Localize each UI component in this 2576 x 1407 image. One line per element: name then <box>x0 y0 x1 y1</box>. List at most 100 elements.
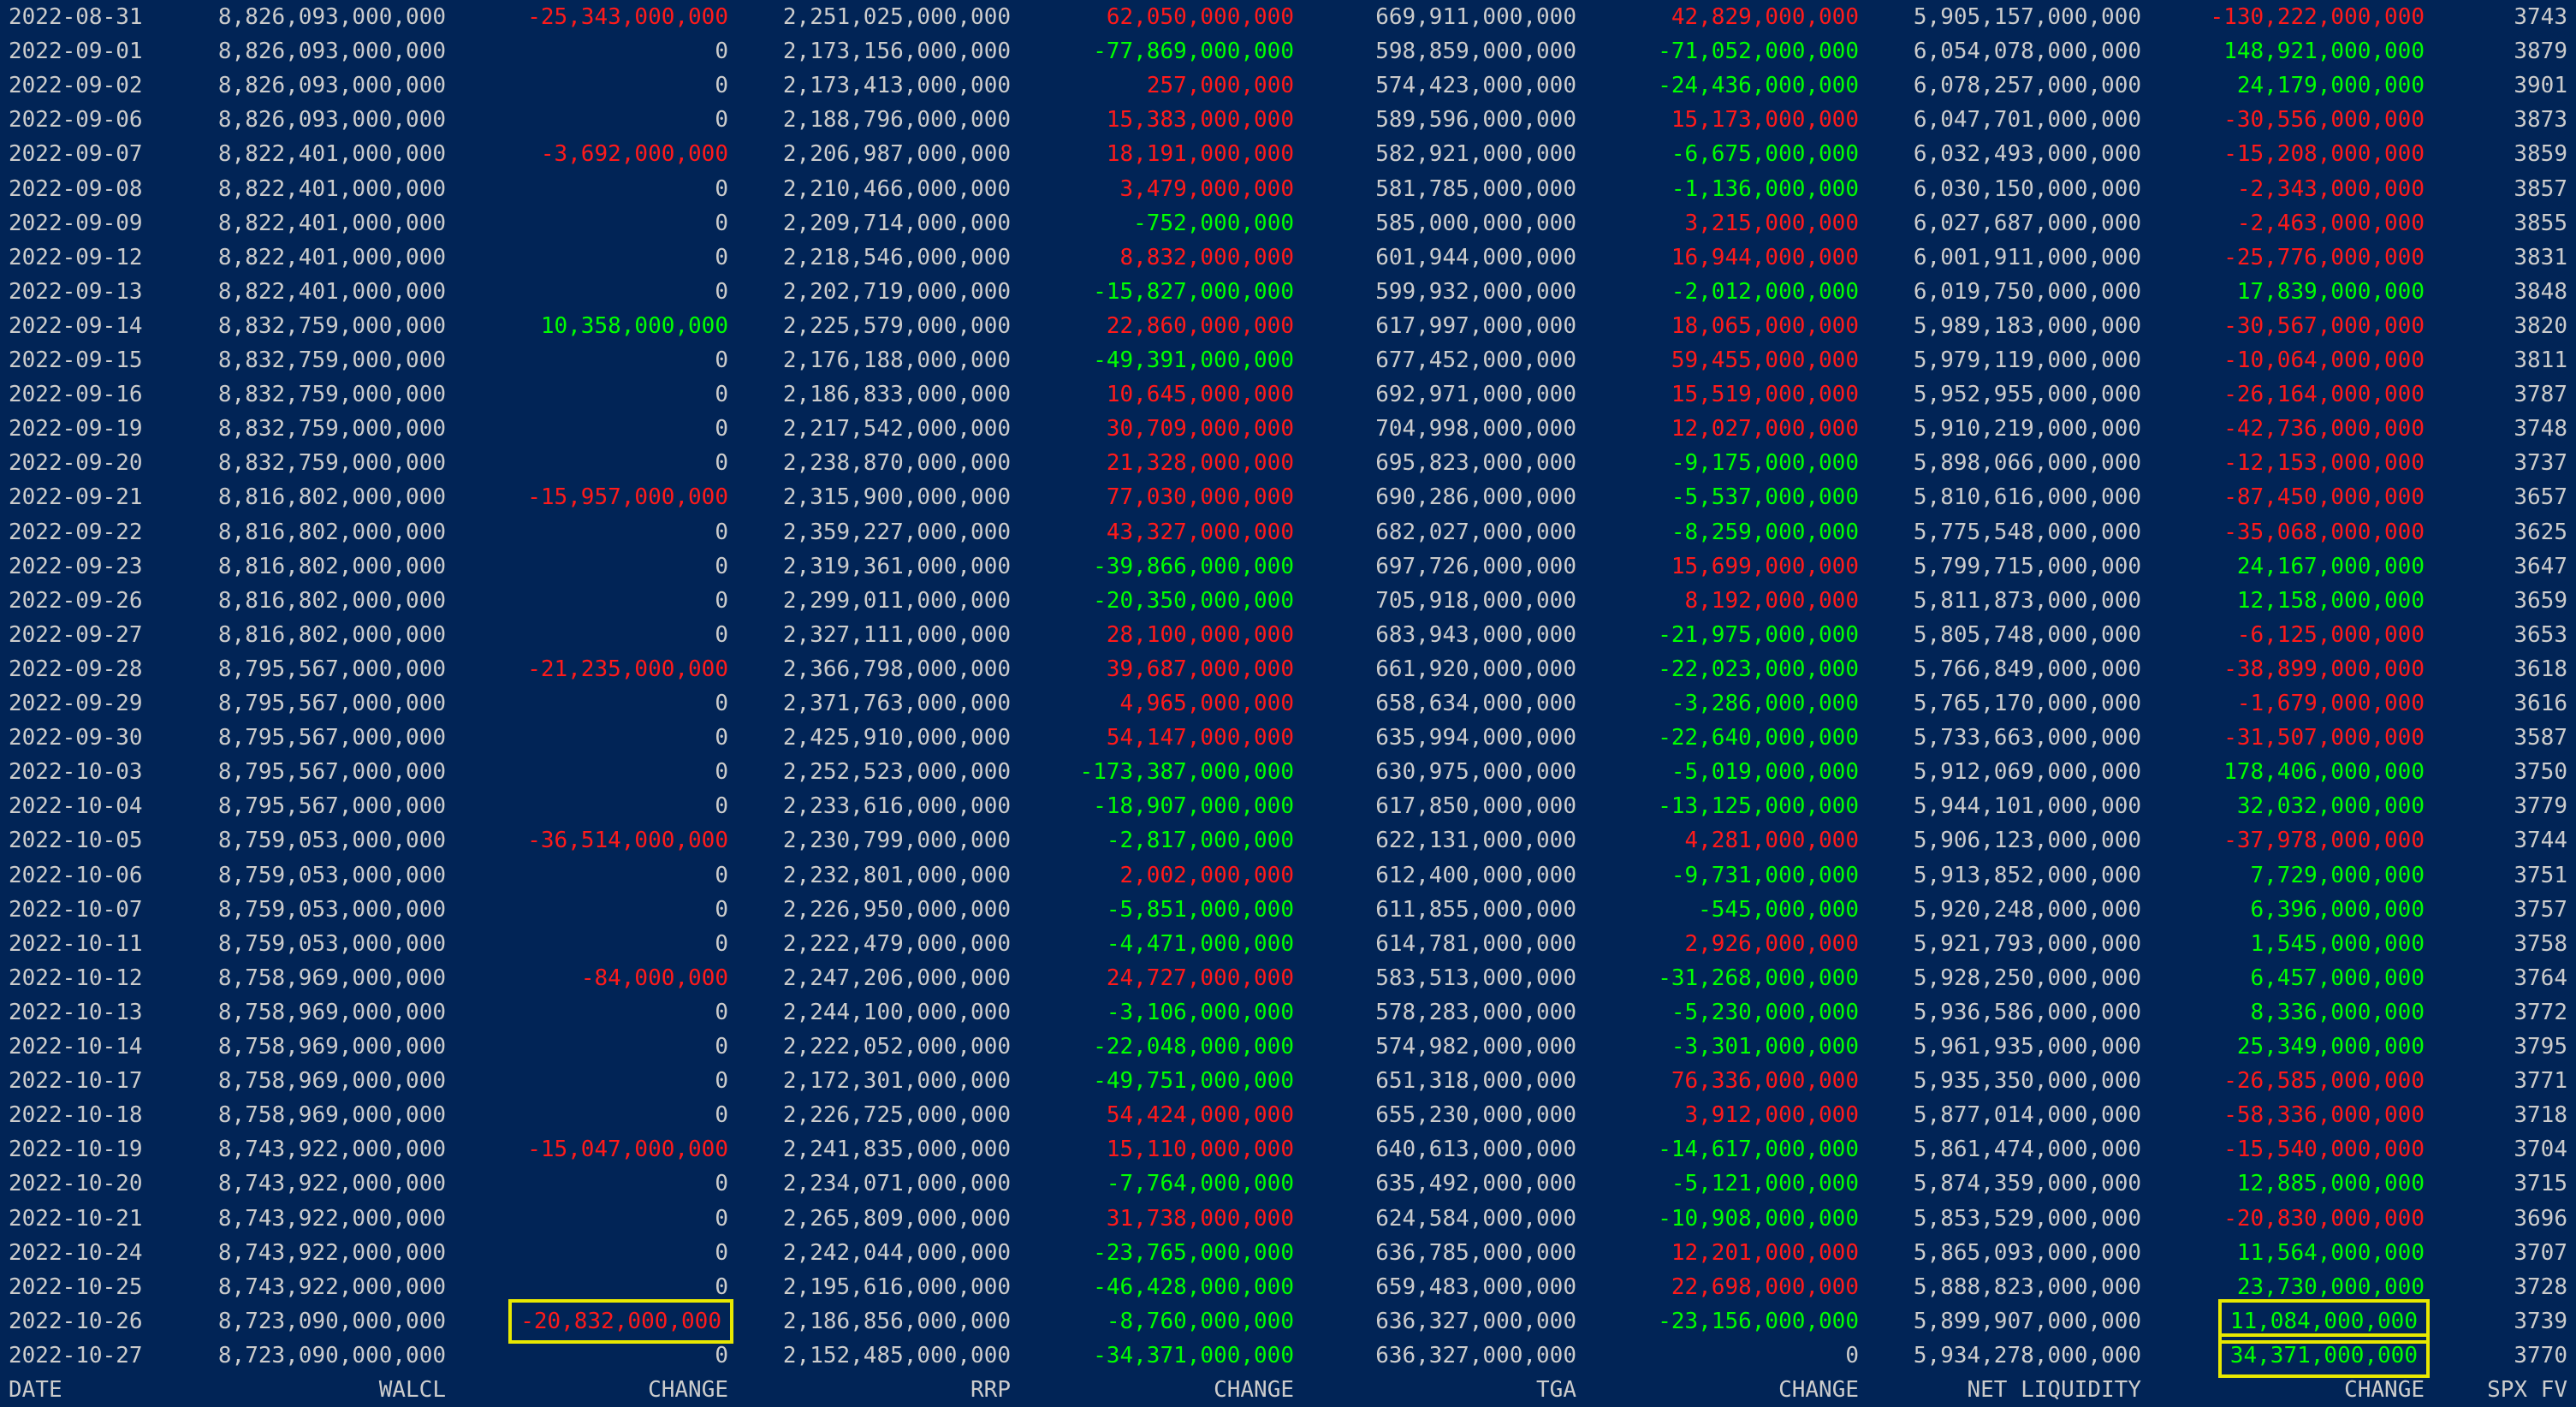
cell-walcl: 8,816,802,000,000 <box>217 553 446 579</box>
cell-net-liquidity: 5,799,715,000,000 <box>1913 553 2141 579</box>
cell-walcl-change: -20,832,000,000 <box>508 1298 733 1344</box>
cell-tga: 635,492,000,000 <box>1375 1171 1576 1197</box>
cell-date: 2022-08-31 <box>9 4 143 30</box>
cell-rrp: 2,371,763,000,000 <box>782 691 1011 716</box>
cell-rrp: 2,234,071,000,000 <box>782 1171 1011 1197</box>
cell-net-liquidity: 5,979,119,000,000 <box>1913 347 2141 373</box>
cell-rrp-change: 43,327,000,000 <box>1106 519 1294 545</box>
cell-date: 2022-10-13 <box>9 999 143 1025</box>
cell-walcl-change: -21,235,000,000 <box>527 656 728 682</box>
cell-nl-change: -25,776,000,000 <box>2223 244 2425 270</box>
cell-rrp: 2,210,466,000,000 <box>782 175 1011 202</box>
cell-spx-fv: 3744 <box>2514 828 2567 854</box>
cell-tga: 695,823,000,000 <box>1375 450 1576 477</box>
header-walcl: WALCL <box>378 1377 446 1403</box>
cell-tga-change: 42,829,000,000 <box>1671 4 1859 30</box>
cell-date: 2022-09-29 <box>9 691 143 716</box>
cell-rrp-change: 31,738,000,000 <box>1106 1205 1294 1232</box>
cell-rrp-change: -39,866,000,000 <box>1093 553 1294 579</box>
cell-net-liquidity: 5,888,823,000,000 <box>1913 1273 2141 1300</box>
table-row: 2022-09-20 8,832,759,000,000 0 2,238,870,00… <box>0 446 2576 480</box>
cell-rrp: 2,252,523,000,000 <box>782 759 1011 786</box>
cell-walcl-change: 0 <box>715 1171 728 1197</box>
header-walcl-change: CHANGE <box>648 1377 728 1403</box>
cell-date: 2022-10-07 <box>9 896 143 923</box>
cell-tga: 658,634,000,000 <box>1375 691 1576 716</box>
cell-nl-change: 25,349,000,000 <box>2236 1034 2425 1060</box>
cell-rrp-change: 18,191,000,000 <box>1106 141 1294 168</box>
cell-walcl: 8,758,969,000,000 <box>217 1068 446 1095</box>
cell-date: 2022-10-17 <box>9 1068 143 1095</box>
cell-rrp: 2,359,227,000,000 <box>782 519 1011 545</box>
cell-rrp: 2,233,616,000,000 <box>782 793 1011 820</box>
cell-walcl: 8,743,922,000,000 <box>217 1273 446 1300</box>
table-row: 2022-08-31 8,826,093,000,000 -25,343,000,0… <box>0 0 2576 34</box>
cell-walcl-change: -84,000,000 <box>580 965 728 991</box>
table-row: 2022-09-19 8,832,759,000,000 0 2,217,542,00… <box>0 412 2576 446</box>
cell-nl-change: 6,457,000,000 <box>2250 965 2425 991</box>
cell-tga-change: -22,023,000,000 <box>1658 656 1859 682</box>
cell-spx-fv: 3779 <box>2514 793 2567 820</box>
table-row: 2022-10-17 8,758,969,000,000 0 2,172,301,00… <box>0 1064 2576 1098</box>
cell-net-liquidity: 5,935,350,000,000 <box>1913 1068 2141 1095</box>
cell-walcl: 8,743,922,000,000 <box>217 1137 446 1163</box>
cell-rrp-change: -3,106,000,000 <box>1106 999 1294 1025</box>
cell-net-liquidity: 5,913,852,000,000 <box>1913 862 2141 888</box>
cell-net-liquidity: 5,853,529,000,000 <box>1913 1205 2141 1232</box>
cell-tga-change: -5,019,000,000 <box>1671 759 1859 786</box>
cell-rrp: 2,173,413,000,000 <box>782 73 1011 99</box>
cell-net-liquidity: 5,899,907,000,000 <box>1913 1308 2141 1334</box>
cell-tga: 574,982,000,000 <box>1375 1034 1576 1060</box>
cell-date: 2022-10-05 <box>9 828 143 854</box>
cell-rrp-change: 2,002,000,000 <box>1119 862 1295 888</box>
table-row: 2022-10-06 8,759,053,000,000 0 2,232,801,00… <box>0 858 2576 893</box>
cell-walcl-change: 0 <box>715 519 728 545</box>
cell-tga-change: 2,926,000,000 <box>1684 930 1860 957</box>
cell-nl-change: -26,164,000,000 <box>2223 382 2425 408</box>
cell-nl-change: 32,032,000,000 <box>2236 793 2425 820</box>
cell-tga-change: 12,201,000,000 <box>1671 1239 1859 1266</box>
cell-rrp-change: -22,048,000,000 <box>1093 1034 1294 1060</box>
cell-walcl: 8,832,759,000,000 <box>217 450 446 477</box>
cell-walcl: 8,832,759,000,000 <box>217 312 446 339</box>
cell-walcl: 8,795,567,000,000 <box>217 759 446 786</box>
cell-tga-change: -3,301,000,000 <box>1671 1034 1859 1060</box>
cell-tga: 659,483,000,000 <box>1375 1273 1576 1300</box>
cell-tga: 661,920,000,000 <box>1375 656 1576 682</box>
cell-nl-change: -30,567,000,000 <box>2223 312 2425 339</box>
cell-date: 2022-10-04 <box>9 793 143 820</box>
cell-spx-fv: 3748 <box>2514 416 2567 442</box>
cell-spx-fv: 3704 <box>2514 1137 2567 1163</box>
cell-tga: 651,318,000,000 <box>1375 1068 1576 1095</box>
cell-walcl: 8,743,922,000,000 <box>217 1205 446 1232</box>
cell-rrp: 2,232,801,000,000 <box>782 862 1011 888</box>
cell-rrp: 2,238,870,000,000 <box>782 450 1011 477</box>
table-row: 2022-10-18 8,758,969,000,000 0 2,226,725,00… <box>0 1098 2576 1132</box>
table-row: 2022-09-06 8,826,093,000,000 0 2,188,796,00… <box>0 103 2576 137</box>
cell-date: 2022-10-27 <box>9 1342 143 1368</box>
cell-nl-change: -2,463,000,000 <box>2236 210 2425 236</box>
cell-walcl-change: 0 <box>715 691 728 716</box>
cell-rrp: 2,218,546,000,000 <box>782 244 1011 270</box>
table-row: 2022-09-12 8,822,401,000,000 0 2,218,546,00… <box>0 240 2576 275</box>
cell-walcl-change: 0 <box>715 759 728 786</box>
cell-tga-change: -71,052,000,000 <box>1658 39 1859 65</box>
cell-net-liquidity: 5,910,219,000,000 <box>1913 416 2141 442</box>
cell-tga: 697,726,000,000 <box>1375 553 1576 579</box>
cell-walcl: 8,723,090,000,000 <box>217 1308 446 1334</box>
cell-nl-change: 1,545,000,000 <box>2250 930 2425 957</box>
cell-spx-fv: 3618 <box>2514 656 2567 682</box>
cell-rrp: 2,315,900,000,000 <box>782 484 1011 511</box>
cell-walcl-change: 0 <box>715 999 728 1025</box>
cell-net-liquidity: 6,030,150,000,000 <box>1913 175 2141 202</box>
cell-walcl-change: 0 <box>715 210 728 236</box>
cell-nl-change: -10,064,000,000 <box>2223 347 2425 373</box>
table-row: 2022-10-14 8,758,969,000,000 0 2,222,052,00… <box>0 1030 2576 1064</box>
cell-tga-change: -14,617,000,000 <box>1658 1137 1859 1163</box>
cell-tga: 636,327,000,000 <box>1375 1308 1576 1334</box>
cell-tga-change: -10,908,000,000 <box>1658 1205 1859 1232</box>
table-row: 2022-09-01 8,826,093,000,000 0 2,173,156,00… <box>0 34 2576 68</box>
cell-tga: 617,997,000,000 <box>1375 312 1576 339</box>
cell-rrp: 2,176,188,000,000 <box>782 347 1011 373</box>
cell-rrp: 2,226,725,000,000 <box>782 1102 1011 1129</box>
